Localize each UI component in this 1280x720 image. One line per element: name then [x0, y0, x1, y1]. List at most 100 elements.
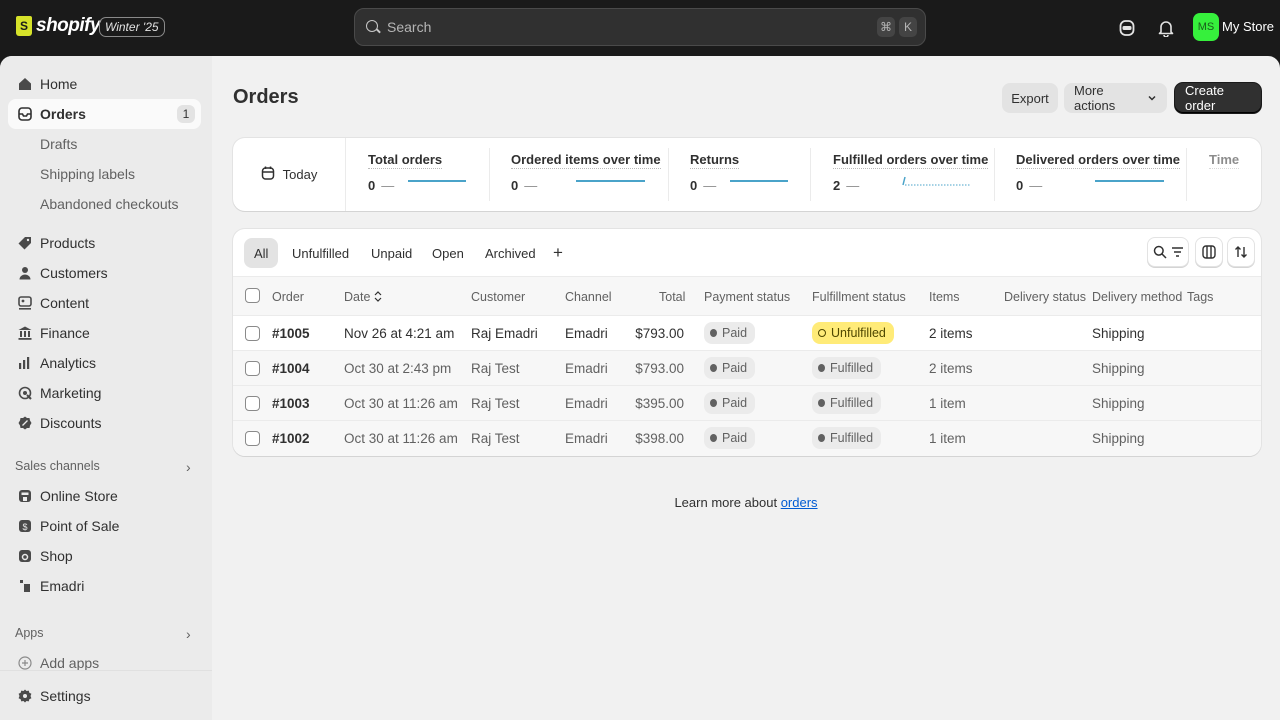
table-row[interactable]: #1004 Oct 30 at 2:43 pm Raj Test Emadri … — [233, 351, 1261, 386]
add-view-button[interactable]: + — [543, 238, 573, 268]
column-header-payment-status[interactable]: Payment status — [704, 290, 790, 304]
order-number[interactable]: #1005 — [272, 326, 310, 341]
column-header-delivery-status[interactable]: Delivery status — [1004, 290, 1086, 304]
order-items: 2 items — [929, 326, 973, 341]
sidebar-item-shop[interactable]: Shop — [8, 541, 201, 571]
search-input[interactable]: Search ⌘ K — [354, 8, 926, 46]
sidebar-item-point-of-sale[interactable]: $ Point of Sale — [8, 511, 201, 541]
sidebar-item-orders[interactable]: Orders 1 — [8, 99, 201, 129]
apps-chevron-icon[interactable]: › — [186, 626, 191, 642]
tab-unfulfilled[interactable]: Unfulfilled — [282, 238, 359, 268]
sidebar-item-settings[interactable]: Settings — [8, 681, 201, 711]
export-button[interactable]: Export — [1002, 83, 1058, 113]
table-row[interactable]: #1005 Nov 26 at 4:21 am Raj Emadri Emadr… — [233, 316, 1261, 351]
table-row[interactable]: #1003 Oct 30 at 11:26 am Raj Test Emadri… — [233, 386, 1261, 421]
column-header-total[interactable]: Total — [659, 290, 685, 304]
column-header-channel[interactable]: Channel — [565, 290, 612, 304]
column-header-order[interactable]: Order — [272, 290, 304, 304]
search-filter-button[interactable] — [1147, 237, 1189, 267]
order-number[interactable]: #1003 — [272, 396, 310, 411]
row-checkbox[interactable] — [245, 326, 260, 341]
metric-returns[interactable]: Returns 0— — [690, 152, 740, 193]
order-delivery-method: Shipping — [1092, 361, 1145, 376]
sparkline-ordered-items — [576, 180, 645, 182]
shopify-logo[interactable]: S shopify — [16, 15, 101, 37]
column-header-items[interactable]: Items — [929, 290, 960, 304]
orders-count-badge: 1 — [177, 105, 195, 123]
create-order-button[interactable]: Create order — [1175, 83, 1261, 113]
apps-heading[interactable]: Apps — [15, 626, 44, 640]
column-header-customer[interactable]: Customer — [471, 290, 525, 304]
sidebar-item-emadri[interactable]: Emadri — [8, 571, 201, 601]
store-name[interactable]: My Store — [1222, 19, 1274, 34]
payment-status-badge: Paid — [704, 392, 756, 414]
sidebar-item-finance[interactable]: Finance — [8, 318, 201, 348]
metric-time-partial[interactable]: Time 53 d — [1209, 152, 1261, 169]
sparkline-returns — [730, 180, 788, 182]
order-delivery-method: Shipping — [1092, 326, 1145, 341]
sidebar-item-marketing[interactable]: Marketing — [8, 378, 201, 408]
metric-total-orders[interactable]: Total orders 0— — [368, 152, 443, 193]
sidebar-item-label: Add apps — [40, 655, 100, 671]
metric-delivered-orders[interactable]: Delivered orders over time 0— — [1016, 152, 1181, 193]
column-header-date[interactable]: Date — [344, 290, 382, 304]
app-shell: Home Orders 1 Drafts Shipping labels Aba… — [0, 56, 1280, 720]
sort-button[interactable] — [1227, 237, 1255, 267]
order-items: 2 items — [929, 361, 973, 376]
select-all-checkbox[interactable] — [245, 288, 260, 303]
sidebar-item-analytics[interactable]: Analytics — [8, 348, 201, 378]
metric-fulfilled-orders[interactable]: Fulfilled orders over time 2— — [833, 152, 989, 193]
date-range-button[interactable]: Today — [233, 138, 346, 211]
tab-unpaid[interactable]: Unpaid — [361, 238, 422, 268]
sidebar-subitem-drafts[interactable]: Drafts — [40, 136, 77, 152]
tab-archived[interactable]: Archived — [475, 238, 546, 268]
sales-channels-heading[interactable]: Sales channels — [15, 459, 100, 473]
row-checkbox[interactable] — [245, 361, 260, 376]
row-checkbox[interactable] — [245, 396, 260, 411]
columns-icon — [1202, 245, 1216, 259]
column-header-delivery-method[interactable]: Delivery method — [1092, 290, 1182, 304]
order-number[interactable]: #1002 — [272, 431, 310, 446]
sidebar-item-online-store[interactable]: Online Store — [8, 481, 201, 511]
sparkline-fulfilled-orders — [902, 176, 971, 186]
tab-all[interactable]: All — [244, 238, 279, 268]
row-checkbox[interactable] — [245, 431, 260, 446]
table-row[interactable]: #1002 Oct 30 at 11:26 am Raj Test Emadri… — [233, 421, 1261, 456]
status-dot-icon — [818, 364, 825, 372]
bell-icon[interactable] — [1156, 18, 1176, 38]
tab-open[interactable]: Open — [422, 238, 474, 268]
column-header-fulfillment-status[interactable]: Fulfillment status — [812, 290, 906, 304]
order-channel: Emadri — [565, 326, 608, 341]
order-number[interactable]: #1004 — [272, 361, 310, 376]
column-header-tags[interactable]: Tags — [1187, 290, 1213, 304]
plus-circle-icon — [17, 655, 33, 671]
more-actions-label: More actions — [1074, 83, 1116, 113]
more-actions-button[interactable]: More actions — [1064, 83, 1167, 113]
sidebar-item-label: Analytics — [40, 355, 97, 371]
calendar-icon — [261, 166, 275, 183]
sidebar-item-content[interactable]: Content — [8, 288, 201, 318]
learn-more-orders-link[interactable]: orders — [781, 495, 818, 510]
sales-channels-chevron-icon[interactable]: › — [186, 459, 191, 475]
fulfillment-status-badge: Unfulfilled — [812, 322, 894, 344]
order-date: Oct 30 at 11:26 am — [344, 431, 458, 446]
metric-ordered-items[interactable]: Ordered items over time 0— — [511, 152, 661, 193]
sidekick-icon[interactable] — [1117, 18, 1137, 38]
sidebar-item-discounts[interactable]: Discounts — [8, 408, 201, 438]
sidebar-item-label: Emadri — [40, 578, 85, 594]
sidebar-item-customers[interactable]: Customers — [8, 258, 201, 288]
order-customer: Raj Test — [471, 361, 520, 376]
edition-badge[interactable]: Winter '25 — [99, 17, 165, 37]
store-avatar[interactable]: MS — [1193, 13, 1219, 41]
sidebar-item-label: Shop — [40, 548, 73, 564]
status-dot-icon — [710, 399, 717, 407]
sidebar-subitem-shipping-labels[interactable]: Shipping labels — [40, 166, 135, 182]
sidebar-item-products[interactable]: Products — [8, 228, 201, 258]
columns-button[interactable] — [1195, 237, 1223, 267]
fulfillment-status-badge: Fulfilled — [812, 357, 882, 379]
metric-label: Ordered items over time — [511, 152, 661, 169]
metric-value: 2— — [833, 178, 860, 193]
sidebar-item-home[interactable]: Home — [8, 69, 201, 99]
payment-status-badge: Paid — [704, 357, 756, 379]
sidebar-subitem-abandoned-checkouts[interactable]: Abandoned checkouts — [40, 196, 179, 212]
